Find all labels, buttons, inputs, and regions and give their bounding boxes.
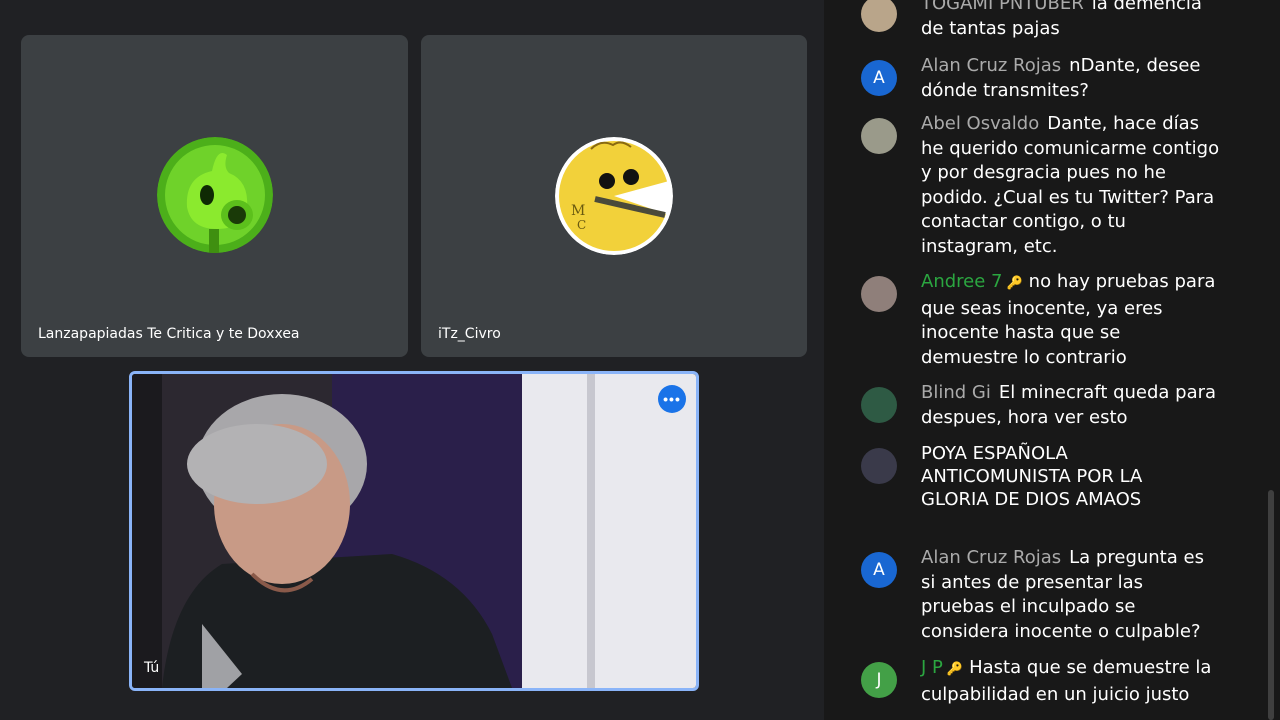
more-options-button[interactable]: •••	[658, 385, 686, 413]
self-video-feed	[132, 374, 696, 688]
svg-text:M: M	[571, 203, 585, 219]
chat-author[interactable]: Andree 7	[921, 271, 1002, 292]
participant-tile-itz-civro[interactable]: M C iTz_Civro	[421, 35, 807, 357]
chat-author[interactable]: Abel Osvaldo	[921, 113, 1039, 134]
chat-author[interactable]: TOGAMI PNTUBER	[921, 0, 1084, 14]
user-avatar: A	[861, 552, 897, 588]
more-options-icon: •••	[663, 391, 681, 407]
svg-text:C: C	[577, 218, 586, 232]
chat-author[interactable]: J P	[921, 657, 943, 678]
user-avatar: A	[861, 60, 897, 96]
participant-name: iTz_Civro	[438, 326, 501, 342]
user-avatar	[861, 0, 897, 32]
self-video-tile[interactable]: ••• Tú	[129, 371, 699, 691]
user-avatar	[861, 387, 897, 423]
chat-text: POYA ESPAÑOLA ANTICOMUNISTA POR LA GLORI…	[921, 443, 1143, 510]
peashooter-avatar	[157, 137, 273, 253]
user-avatar	[861, 276, 897, 312]
member-badge-icon: 🔑	[946, 662, 964, 677]
chat-text: Hasta que se demuestre la culpabilidad e…	[921, 657, 1212, 705]
chat-author[interactable]: Alan Cruz Rojas	[921, 55, 1061, 76]
participant-name: Lanzapapiadas Te Critica y te Doxxea	[38, 326, 300, 342]
live-chat-panel: TOGAMI PNTUBER la demencia de tantas paja…	[824, 0, 1280, 720]
pacman-avatar: M C	[555, 137, 673, 255]
chat-text: Dante, hace días he querido comunicarme …	[921, 113, 1220, 257]
participant-tile-lanzapapiadas[interactable]: Lanzapapiadas Te Critica y te Doxxea	[21, 35, 408, 357]
user-avatar	[861, 448, 897, 484]
chat-author[interactable]: Alan Cruz Rojas	[921, 547, 1061, 568]
video-call-area: Lanzapapiadas Te Critica y te Doxxea M C…	[0, 0, 824, 720]
chat-scrollbar[interactable]	[1268, 490, 1274, 720]
self-name-label: Tú	[144, 660, 160, 676]
user-avatar	[861, 118, 897, 154]
chat-author[interactable]: Blind Gi	[921, 382, 991, 403]
member-badge-icon: 🔑	[1006, 276, 1023, 291]
user-avatar: J	[861, 662, 897, 698]
